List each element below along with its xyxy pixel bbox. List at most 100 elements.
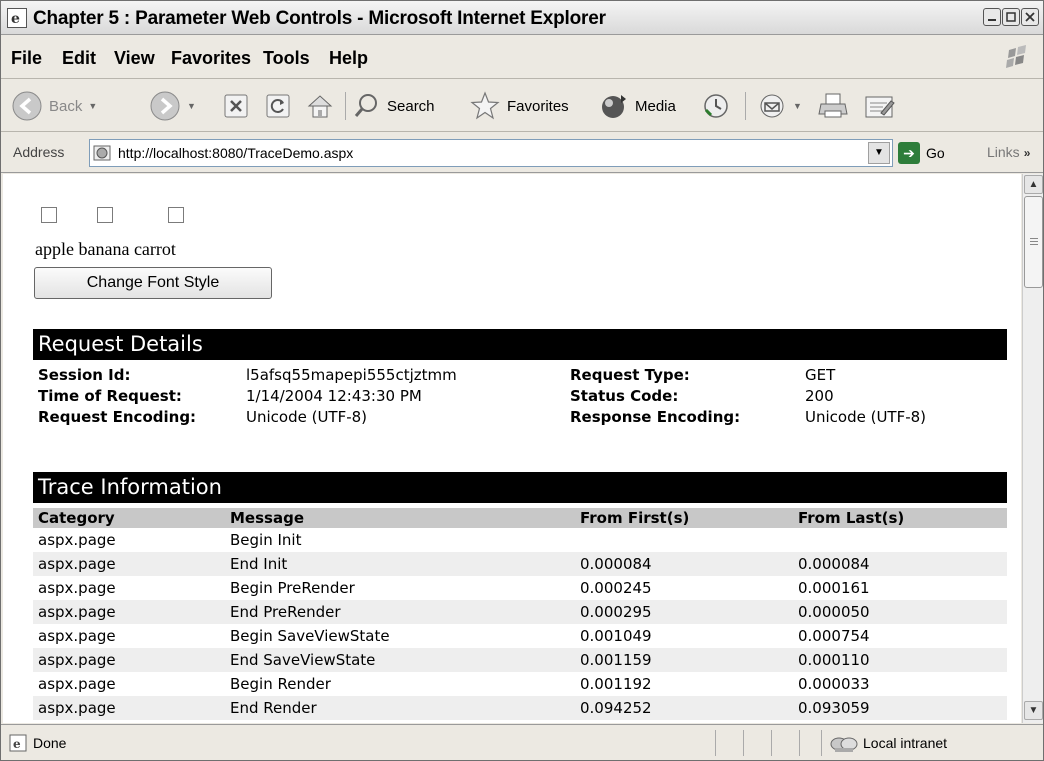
row-category: aspx.page [38, 651, 116, 669]
mail-button[interactable]: ▼ [757, 89, 802, 123]
row-category: aspx.page [38, 531, 116, 549]
row-message: Begin SaveViewState [230, 627, 390, 645]
row-category: aspx.page [38, 603, 116, 621]
table-row: aspx.page Begin Init [33, 528, 1007, 552]
toolbar: Back ▼ ▼ Search Favorites Media ▼ [1, 80, 1043, 132]
status-divider [771, 730, 772, 756]
row-category: aspx.page [38, 555, 116, 573]
row-from-last: 0.000161 [798, 579, 870, 597]
row-category: aspx.page [38, 627, 116, 645]
edit-document-icon [865, 96, 895, 118]
row-message: End Init [230, 555, 288, 573]
row-from-last: 0.000110 [798, 651, 870, 669]
maximize-button[interactable] [1002, 8, 1020, 26]
request-type-value: GET [805, 366, 836, 384]
row-from-first: 0.001049 [580, 627, 652, 645]
menu-file[interactable]: File [11, 48, 42, 69]
scroll-up-icon[interactable]: ▲ [1024, 175, 1043, 194]
stop-button[interactable] [221, 89, 251, 123]
favorites-star-icon [470, 91, 500, 120]
favorites-button[interactable]: Favorites [469, 89, 569, 123]
edit-page-button[interactable] [863, 89, 897, 123]
checkbox-apple[interactable] [41, 207, 57, 223]
menu-edit[interactable]: Edit [62, 48, 96, 69]
vertical-scrollbar[interactable]: ▲ ▼ [1022, 174, 1043, 723]
links-button[interactable]: Links» [987, 144, 1030, 160]
svg-text:e: e [13, 737, 21, 751]
row-from-first: 0.000245 [580, 579, 652, 597]
table-row: aspx.page Begin SaveViewState 0.001049 0.00… [33, 624, 1007, 648]
menu-help[interactable]: Help [329, 48, 368, 69]
scroll-down-icon[interactable]: ▼ [1024, 701, 1043, 720]
menu-tools[interactable]: Tools [263, 48, 310, 69]
security-zone-label: Local intranet [863, 735, 948, 751]
status-divider [821, 730, 822, 756]
request-encoding-value: Unicode (UTF-8) [246, 408, 368, 426]
back-button[interactable]: Back ▼ [11, 89, 97, 123]
print-button[interactable] [817, 89, 851, 123]
checkbox-carrot[interactable] [168, 207, 184, 223]
scroll-thumb[interactable] [1024, 196, 1043, 288]
address-bar: Address http://localhost:8080/TraceDemo.… [1, 133, 1043, 173]
window-title: Chapter 5 : Parameter Web Controls - Mic… [33, 8, 606, 29]
row-from-first: 0.001192 [580, 675, 652, 693]
row-from-last: 0.000033 [798, 675, 870, 693]
svg-text:e: e [11, 11, 20, 27]
address-dropdown-icon[interactable]: ▼ [868, 142, 890, 164]
change-font-style-button[interactable]: Change Font Style [34, 267, 272, 299]
response-encoding-label: Response Encoding: [570, 408, 741, 426]
trace-table-header: Category Message From First(s) From Last… [33, 508, 1007, 528]
row-message: End PreRender [230, 603, 341, 621]
checkbox-banana[interactable] [97, 207, 113, 223]
minimize-icon [988, 19, 996, 21]
forward-button[interactable]: ▼ [149, 89, 196, 123]
back-label: Back [49, 97, 83, 115]
toolbar-separator [745, 92, 746, 120]
trace-information-heading: Trace Information [33, 472, 1007, 503]
refresh-icon [266, 94, 290, 118]
security-zone: Local intranet [829, 732, 947, 754]
chevron-right-icon: » [1023, 146, 1031, 160]
forward-dropdown-icon[interactable]: ▼ [187, 101, 196, 111]
status-code-value: 200 [805, 387, 834, 405]
column-header-from-last: From Last(s) [798, 509, 905, 527]
toolbar-separator [345, 92, 346, 120]
status-bar: e Done Local intranet [1, 724, 1043, 760]
mail-icon [760, 94, 784, 118]
close-button[interactable] [1021, 8, 1039, 26]
back-dropdown-icon[interactable]: ▼ [88, 101, 97, 111]
search-button[interactable]: Search [353, 89, 435, 123]
page-icon [93, 145, 111, 161]
menu-bar: File Edit View Favorites Tools Help [1, 36, 1043, 79]
status-divider [715, 730, 716, 756]
minimize-button[interactable] [983, 8, 1001, 26]
session-id-label: Session Id: [38, 366, 131, 384]
media-label: Media [635, 97, 676, 115]
media-button[interactable]: Media [599, 89, 676, 123]
mail-dropdown-icon[interactable]: ▼ [793, 101, 802, 111]
maximize-icon [1006, 12, 1016, 22]
row-from-first: 0.000084 [580, 555, 652, 573]
home-button[interactable] [305, 89, 335, 123]
favorites-label: Favorites [507, 97, 569, 115]
row-from-first: 0.000295 [580, 603, 652, 621]
row-category: aspx.page [38, 675, 116, 693]
request-encoding-label: Request Encoding: [38, 408, 197, 426]
row-message: Begin Render [230, 675, 331, 693]
table-row: aspx.page End Init 0.000084 0.000084 [33, 552, 1007, 576]
row-from-first: 0.094252 [580, 699, 652, 717]
go-label: Go [926, 145, 945, 161]
menu-favorites[interactable]: Favorites [171, 48, 251, 69]
request-type-label: Request Type: [570, 366, 690, 384]
go-button[interactable]: ➔ Go [898, 139, 945, 167]
search-label: Search [387, 97, 435, 115]
row-from-last: 0.093059 [798, 699, 870, 717]
fruit-labels: apple banana carrot [35, 239, 176, 259]
address-input[interactable]: http://localhost:8080/TraceDemo.aspx ▼ [89, 139, 893, 167]
row-message: Begin PreRender [230, 579, 355, 597]
menu-view[interactable]: View [114, 48, 155, 69]
refresh-button[interactable] [263, 89, 293, 123]
history-button[interactable] [701, 89, 731, 123]
row-category: aspx.page [38, 579, 116, 597]
status-divider [743, 730, 744, 756]
